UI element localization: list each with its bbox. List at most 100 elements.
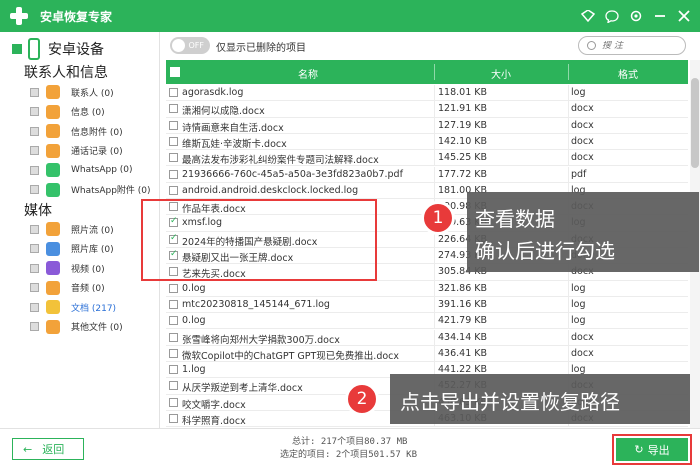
minimize-icon[interactable] [650,6,670,26]
row-checkbox[interactable] [169,348,178,358]
row-file-name: agorasdk.log [182,87,244,98]
sidebar-item[interactable]: 信息 (0) [30,104,105,120]
search-box[interactable] [578,36,686,55]
sidebar-item-checkbox[interactable] [30,224,39,234]
row-checkbox[interactable] [169,283,178,293]
deleted-only-toggle[interactable]: OFF [170,37,210,54]
app-title: 安卓恢复专家 [40,9,113,24]
row-file-name: 0.log [182,282,206,294]
footer: ← 返回 总计: 217个项目80.37 MB 选定的项目: 2个项目501.5… [0,428,700,468]
toggle-state-text: OFF [188,41,205,50]
header-name[interactable]: 名称 [182,66,434,81]
table-row[interactable]: 21936666-760c-45a5-a50a-3e3fd823a0b7.pdf… [166,166,688,183]
row-file-size: 118.01 KB [438,87,488,98]
sidebar-item[interactable]: 信息附件 (0) [30,123,123,139]
device-checkbox[interactable] [12,44,22,54]
row-checkbox[interactable] [169,185,178,195]
sidebar-item-checkbox[interactable] [30,146,39,155]
callout-step2: 点击导出并设置恢复路径 [390,374,690,424]
row-file-size: 142.10 KB [438,135,488,147]
row-checkbox[interactable] [169,332,178,342]
row-file-size: 434.14 KB [438,331,488,343]
scrollbar-thumb[interactable] [691,78,699,168]
sidebar-item-label: 音频 (0) [71,284,105,294]
settings-icon[interactable] [626,6,646,26]
sidebar-item-label: 照片库 (0) [71,245,114,255]
table-row[interactable]: 0.log 321.86 KB log [166,280,688,297]
row-checkbox[interactable] [169,153,178,163]
sidebar-item[interactable]: 视频 (0) [30,260,105,276]
sidebar-item-label: WhatsApp附件 (0) [71,186,151,196]
row-checkbox[interactable] [169,136,178,146]
sidebar-item-checkbox[interactable] [30,107,39,116]
sidebar-item-checkbox[interactable] [30,165,39,175]
table-row[interactable]: 张雪峰将向郑州大学捐款300万.docx 434.14 KB docx [166,329,688,346]
row-file-format: log [571,315,586,327]
table-row[interactable]: 最高法发布涉彩礼纠纷案件专题司法解释.docx 145.25 KB docx [166,150,688,167]
row-checkbox[interactable] [169,88,178,97]
photo-stream-icon [46,222,60,236]
row-checkbox[interactable] [169,365,178,375]
row-checkbox[interactable] [169,104,178,114]
sidebar-item[interactable]: WhatsApp (0) [30,162,133,178]
table-row[interactable]: mtc20230818_145144_671.log 391.16 KB log [166,296,688,314]
callout-step2-text: 点击导出并设置恢复路径 [400,390,620,414]
back-button[interactable]: ← 返回 [12,438,84,460]
sidebar-item-checkbox[interactable] [30,244,39,253]
row-checkbox[interactable] [169,381,178,391]
video-icon [46,261,60,275]
table-row[interactable]: 微软Copilot中的ChatGPT GPT现已免费推出.docx 436.41 … [166,345,688,363]
sidebar-item[interactable]: 其他文件 (0) [30,319,123,335]
sidebar-item-checkbox[interactable] [30,87,39,97]
row-file-size: 421.79 KB [438,315,488,327]
selection-highlight-box [141,199,377,281]
row-file-format: log [571,87,586,98]
sidebar-item[interactable]: 通话记录 (0) [30,143,123,159]
sidebar-item[interactable]: 音频 (0) [30,280,105,296]
row-file-name: 张雪峰将向郑州大学捐款300万.docx [182,334,340,346]
attachment-icon [46,124,60,138]
search-input[interactable] [602,40,672,51]
sidebar-item-checkbox[interactable] [30,302,39,312]
chat-icon[interactable] [602,6,622,26]
whatsapp-attachment-icon [46,182,60,197]
row-checkbox[interactable] [169,299,178,309]
sidebar-item[interactable]: 文档 (217) [30,299,116,315]
sidebar-item-checkbox[interactable] [30,126,39,136]
row-file-format: pdf [571,168,587,180]
device-row[interactable]: 安卓设备 [12,38,104,60]
row-checkbox[interactable] [169,120,178,130]
close-icon[interactable] [674,6,694,26]
row-file-size: 121.91 KB [438,103,488,115]
sidebar-item[interactable]: 照片库 (0) [30,241,114,257]
row-checkbox[interactable] [169,316,178,326]
sidebar-item-checkbox[interactable] [30,185,39,194]
row-file-size: 321.86 KB [438,282,488,294]
sidebar-item[interactable]: 照片流 (0) [30,221,114,237]
header-format[interactable]: 格式 [568,66,688,81]
row-file-format: docx [571,119,594,131]
sidebar-item-label: 信息附件 (0) [71,127,123,138]
section-contacts-title: 联系人和信息 [24,65,108,81]
table-row[interactable]: 潇湘何以成隐.docx 121.91 KB docx [166,101,688,118]
sidebar-item-checkbox[interactable] [30,322,39,331]
row-checkbox[interactable] [169,397,178,407]
header-size[interactable]: 大小 [434,66,568,81]
sidebar-item[interactable]: WhatsApp附件 (0) [30,182,151,198]
row-file-name: 微软Copilot中的ChatGPT GPT现已免费推出.docx [182,350,400,362]
table-row[interactable]: agorasdk.log 118.01 KB log [166,85,688,102]
row-checkbox[interactable] [169,414,178,423]
select-all-checkbox[interactable] [170,67,180,77]
shield-icon[interactable] [578,6,598,26]
table-row[interactable]: 维斯瓦娃·辛波斯卡.docx 142.10 KB docx [166,133,688,151]
table-row[interactable]: 诗情画意来自生活.docx 127.19 KB docx [166,117,688,134]
row-file-name: 维斯瓦娃·辛波斯卡.docx [182,138,287,150]
export-button[interactable]: ↻ 导出 [612,434,692,465]
row-file-size: 391.16 KB [438,298,488,310]
sidebar-item-checkbox[interactable] [30,283,39,292]
sidebar-item-checkbox[interactable] [30,263,39,273]
sidebar-item[interactable]: 联系人 (0) [30,84,114,100]
table-row[interactable]: 0.log 421.79 KB log [166,313,688,330]
row-checkbox[interactable] [169,169,178,179]
message-icon [46,104,60,119]
